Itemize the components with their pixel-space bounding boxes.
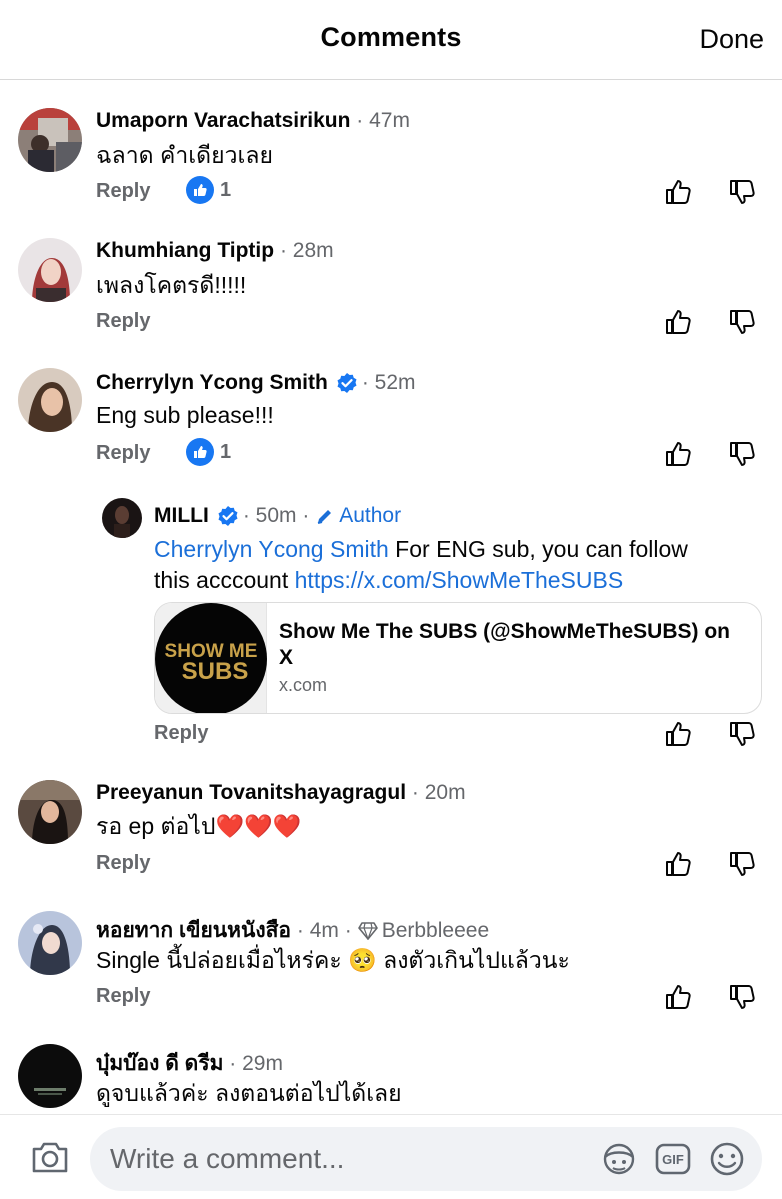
comment-time: · 52m (361, 371, 416, 394)
comment-header: Cherrylyn Ycong Smith · 52m (96, 371, 416, 395)
comment-text: รอ ep ต่อไป❤️❤️❤️ (96, 813, 302, 839)
comment-composer: Write a comment... GIF (0, 1114, 782, 1199)
reply-button[interactable]: Reply (96, 985, 150, 1008)
like-reaction-icon (186, 176, 214, 204)
comment-text: ดูจบแล้วค่ะ ลงตอนต่อไปได้เลย (96, 1080, 402, 1106)
commenter-name[interactable]: Cherrylyn Ycong Smith (96, 371, 328, 395)
thumbs-up-icon[interactable] (664, 849, 694, 879)
reaction-count[interactable]: 1 (186, 438, 231, 466)
comment-header: บุ๋มบ๊อง ดี ดรีม · 29m (96, 1047, 283, 1080)
svg-text:GIF: GIF (662, 1152, 684, 1167)
comment-text-line2: this acccount https://x.com/ShowMeTheSUB… (154, 567, 624, 593)
pencil-icon (317, 510, 332, 524)
comment-header: MILLI · 50m · Author (154, 504, 401, 528)
header-bar: Comments Done (0, 0, 782, 80)
reply-button[interactable]: Reply (154, 722, 208, 745)
like-reaction-icon (186, 438, 214, 466)
thumbs-down-icon[interactable] (728, 177, 758, 207)
camera-icon[interactable] (30, 1139, 70, 1175)
thumbs-down-icon[interactable] (728, 719, 758, 749)
reply-button[interactable]: Reply (96, 852, 150, 875)
avatar[interactable] (18, 1044, 82, 1108)
comment-header: Umaporn Varachatsirikun · 47m (96, 109, 410, 133)
link-preview-host: x.com (279, 675, 328, 695)
link-preview-image: SHOW ME SUBS (155, 603, 267, 713)
comment-time: · 29m (229, 1051, 283, 1075)
gif-icon[interactable]: GIF (654, 1141, 692, 1177)
thumbs-up-icon[interactable] (664, 982, 694, 1012)
comment-text: ฉลาด คำเดียวเลย (96, 142, 273, 168)
thumbs-down-icon[interactable] (728, 439, 758, 469)
thumbs-down-icon[interactable] (728, 849, 758, 879)
comment-time: · 20m (411, 781, 466, 804)
avatar[interactable] (18, 780, 82, 844)
comment-text: Cherrylyn Ycong Smith For ENG sub, you c… (154, 536, 688, 562)
verified-badge-icon (337, 373, 357, 393)
verified-badge-icon (218, 506, 238, 526)
comment-time: · 28m (279, 239, 334, 262)
thumbs-up-icon[interactable] (664, 719, 694, 749)
page-title: Comments (320, 22, 462, 52)
emoji-icon[interactable] (708, 1141, 746, 1177)
comment-input-placeholder: Write a comment... (110, 1143, 345, 1174)
reply-button[interactable]: Reply (96, 310, 150, 333)
avatar[interactable] (18, 368, 82, 432)
diamond-icon (357, 921, 378, 940)
author-badge: Author (315, 504, 401, 528)
done-button[interactable]: Done (699, 24, 764, 55)
mention-link[interactable]: Cherrylyn Ycong Smith (154, 536, 389, 562)
avatar[interactable] (18, 108, 82, 172)
commenter-name[interactable]: Preeyanun Tovanitshayagragul (96, 781, 406, 805)
reply-button[interactable]: Reply (96, 442, 150, 465)
comment-text: Single นี้ปล่อยเมื่อไหร่คะ 🥺 ลงตัวเกินไป… (96, 947, 570, 973)
avatar[interactable] (18, 238, 82, 302)
avatar-sticker-icon[interactable] (600, 1141, 638, 1177)
commenter-name[interactable]: Umaporn Varachatsirikun (96, 109, 350, 133)
commenter-name[interactable]: Khumhiang Tiptip (96, 239, 274, 263)
thumbs-down-icon[interactable] (728, 307, 758, 337)
comment-time: · 47m (356, 109, 410, 132)
comment-header: Preeyanun Tovanitshayagragul · 20m (96, 781, 466, 805)
comment-text: เพลงโคตรดี!!!!! (96, 272, 247, 298)
reaction-count[interactable]: 1 (186, 176, 231, 204)
comment-text: Eng sub please!!! (96, 402, 274, 428)
link-preview-title[interactable]: Show Me The SUBS (@ShowMeTheSUBS) on X (279, 619, 739, 671)
like-count: 1 (220, 440, 232, 463)
link-preview-card[interactable]: SHOW ME SUBS Show Me The SUBS (@ShowMeThe… (154, 602, 762, 714)
commenter-name[interactable]: บุ๋มบ๊อง ดี ดรีม (96, 1047, 223, 1080)
svg-text:SUBS: SUBS (182, 658, 249, 685)
thumbs-down-icon[interactable] (728, 982, 758, 1012)
avatar[interactable] (18, 911, 82, 975)
comments-list[interactable]: Umaporn Varachatsirikun · 47m ฉลาด คำเดี… (0, 82, 782, 1114)
thumbs-up-icon[interactable] (664, 439, 694, 469)
comment-time: · 50m · (242, 504, 310, 527)
comment-header: หอยทาก เขียนหนังสือ · 4m · Berbbleeee (96, 914, 489, 947)
comment-header: Khumhiang Tiptip · 28m (96, 239, 334, 263)
commenter-name[interactable]: MILLI (154, 504, 209, 528)
comment-time: · 4m · (296, 918, 352, 942)
fan-badge: Berbbleeee (381, 918, 490, 942)
thumbs-up-icon[interactable] (664, 177, 694, 207)
commenter-name[interactable]: หอยทาก เขียนหนังสือ (96, 914, 291, 947)
like-count: 1 (220, 178, 232, 201)
avatar[interactable] (102, 498, 142, 538)
url-link[interactable]: https://x.com/ShowMeTheSUBS (295, 567, 624, 593)
thumbs-up-icon[interactable] (664, 307, 694, 337)
reply-button[interactable]: Reply (96, 180, 150, 203)
